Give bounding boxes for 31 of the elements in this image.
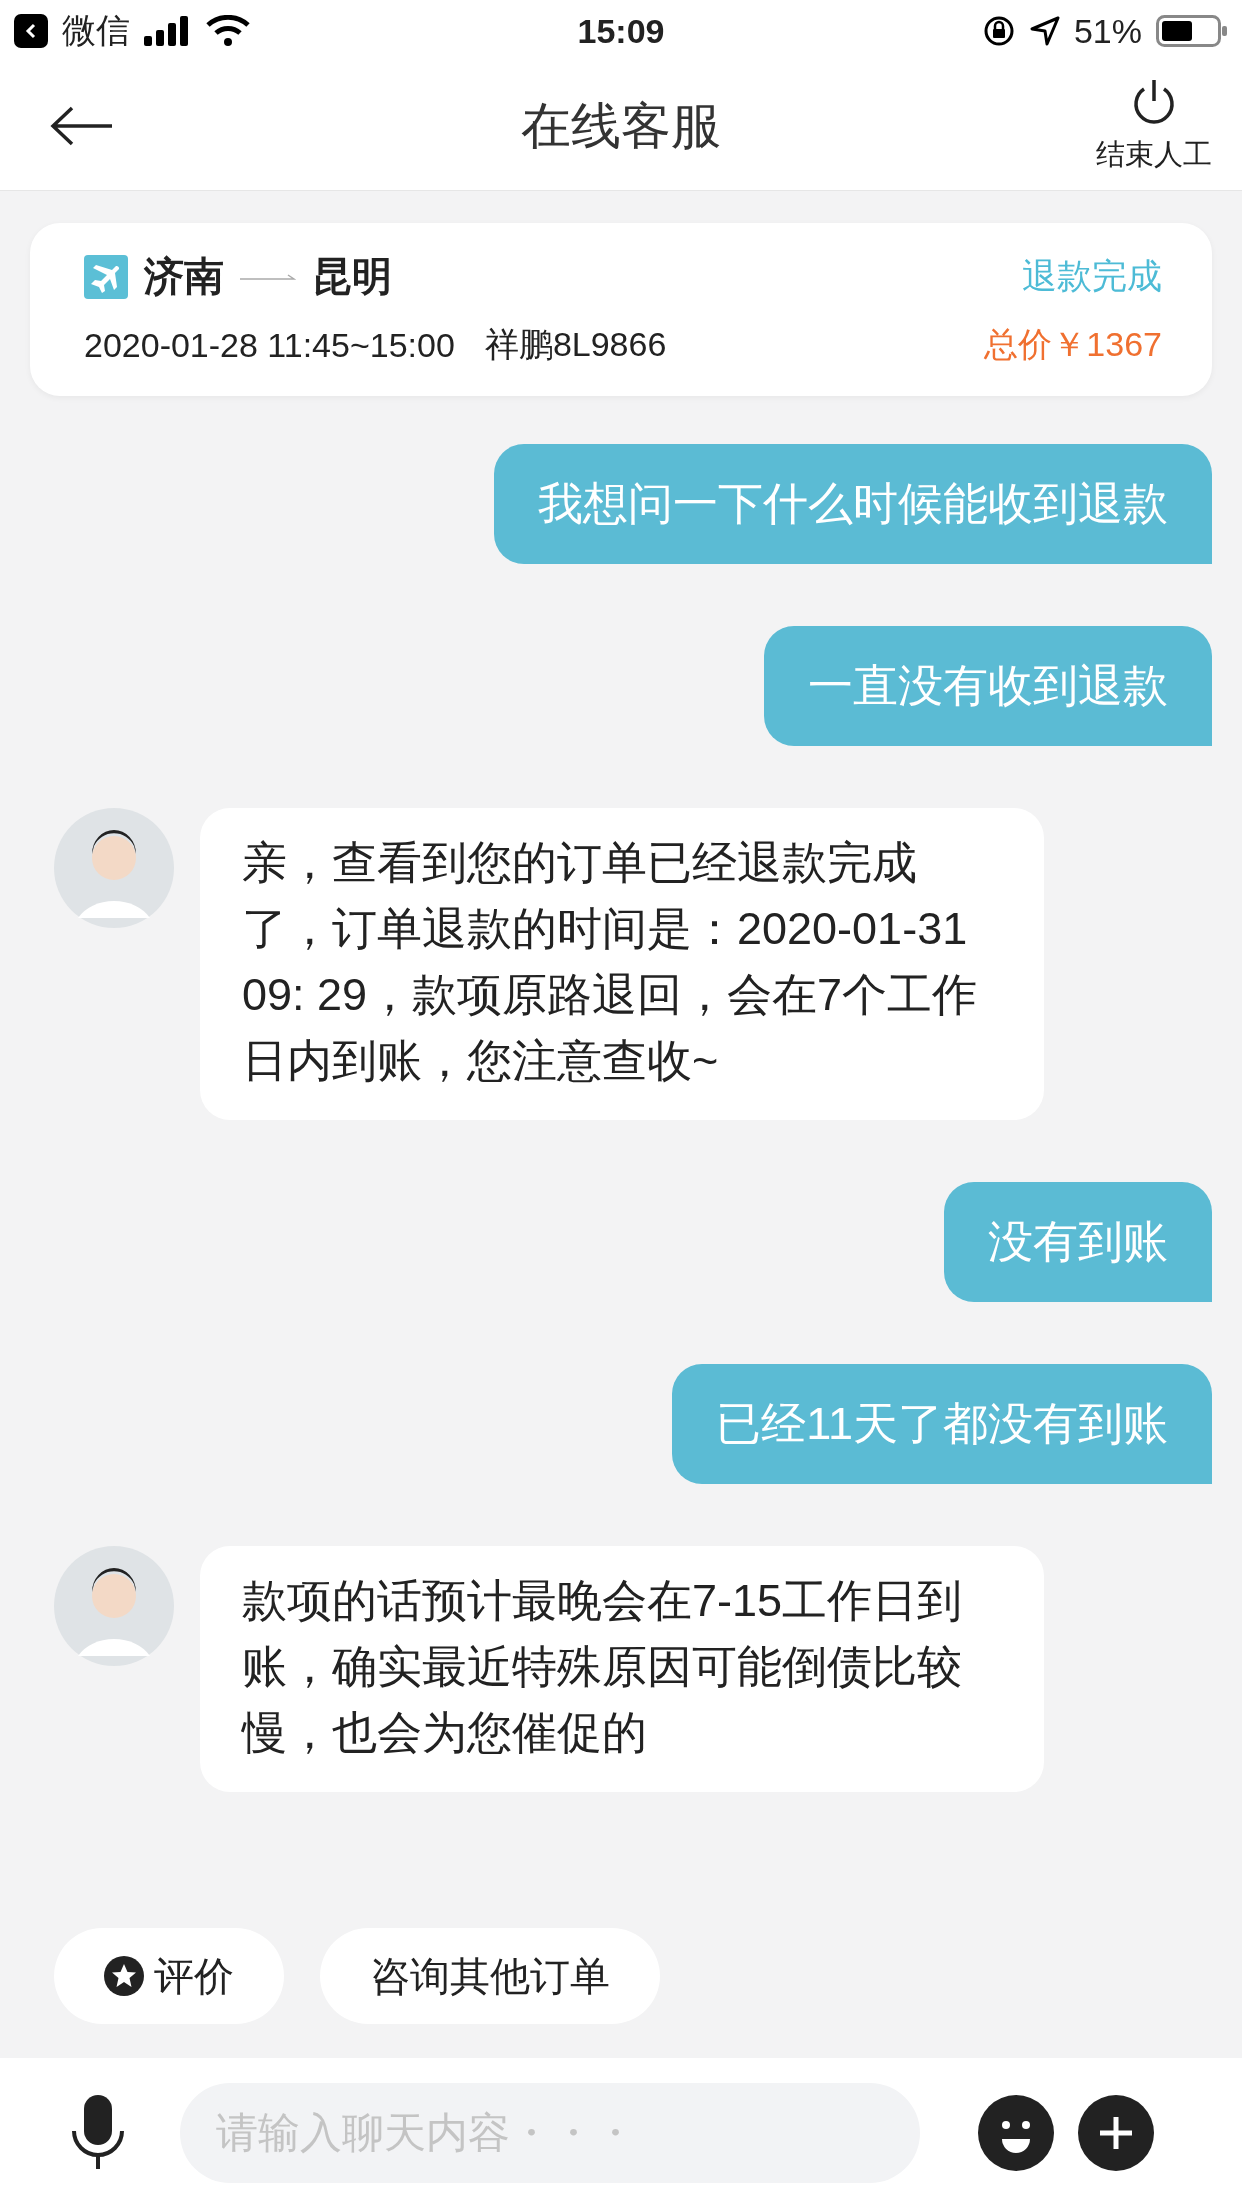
location-icon [1029,16,1060,46]
status-time: 15:09 [577,11,665,51]
back-arrow-icon [50,106,114,146]
user-message: 已经11天了都没有到账 [672,1364,1212,1484]
quick-action-button[interactable]: 评价 [54,1928,284,2024]
flight-schedule: 2020-01-28 11:45~15:00 [84,325,455,365]
plane-icon [84,254,128,299]
wifi-icon [206,15,250,47]
quick-action-button[interactable]: 咨询其他订单 [320,1928,660,2024]
plus-icon[interactable] [1078,2095,1154,2171]
back-app-label[interactable]: 微信 [62,8,130,54]
refund-status: 退款完成 [1022,255,1162,297]
departure-city: 济南 [144,253,224,300]
avatar-icon [54,808,174,928]
back-app-icon[interactable] [14,14,48,48]
page-title: 在线客服 [521,96,721,156]
battery-icon [1156,15,1228,47]
agent-message: 亲，查看到您的订单已经退款完成了，订单退款的时间是：2020-01-31 09: 29，款项原路退回，会在7个工作日内到账，您注意查收~ [200,808,1044,1120]
end-human-service-button[interactable]: 结束人工 [1096,77,1212,175]
emoji-icon[interactable] [978,2095,1054,2171]
user-message: 没有到账 [944,1182,1212,1302]
flight-number: 祥鹏8L9866 [484,324,667,365]
order-card[interactable]: 济南 昆明 退款完成 2020-01-28 11:45~15:00 祥鹏8L9866 总价￥1367 [30,223,1212,396]
battery-percent: 51% [1073,11,1142,51]
agent-message: 款项的话预计最晚会在7-15工作日到账，确实最近特殊原因可能倒债比较慢，也会为您催促的 [200,1546,1044,1792]
avatar-icon [54,1546,174,1666]
user-message: 我想问一下什么时候能收到退款 [494,444,1212,564]
back-button[interactable] [50,106,114,146]
total-price: 总价￥1367 [984,324,1162,365]
user-message: 一直没有收到退款 [764,626,1212,746]
arrival-city: 昆明 [312,253,392,300]
